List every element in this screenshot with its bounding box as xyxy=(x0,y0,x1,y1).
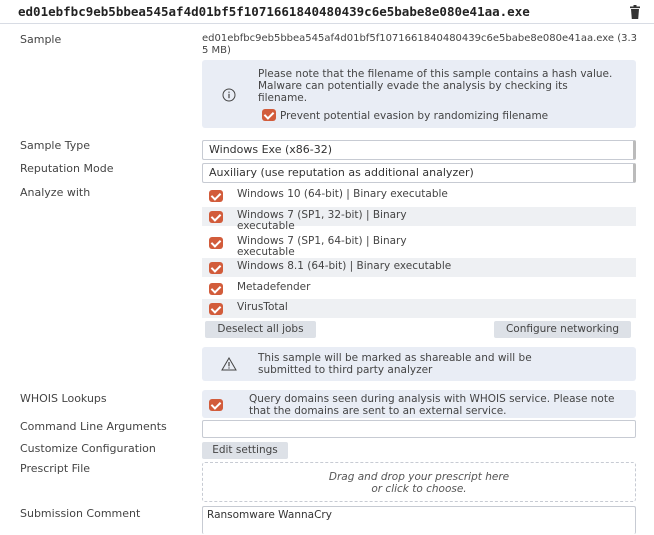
prescript-file-label: Prescript File xyxy=(20,462,91,475)
job-row[interactable]: Windows 8.1 (64-bit) | Binary executable xyxy=(202,258,636,277)
info-icon xyxy=(222,88,236,102)
sample-filename-title: ed01ebfbc9eb5bbea545af4d01bf5f1071661840… xyxy=(18,4,530,19)
job-label: Windows 7 (SP1, 32-bit) | Binary executa… xyxy=(237,209,407,232)
whois-label: WHOIS Lookups xyxy=(20,392,107,405)
command-line-label: Command Line Arguments xyxy=(20,420,167,433)
share-warning-note: This sample will be marked as shareable … xyxy=(202,347,636,381)
deselect-all-jobs-button[interactable]: Deselect all jobs xyxy=(205,321,316,338)
job-checkbox[interactable] xyxy=(209,262,223,274)
prescript-dropzone[interactable]: Drag and drop your prescript here or cli… xyxy=(202,462,636,502)
job-row[interactable]: Metadefender xyxy=(202,279,636,298)
dropzone-line-1: Drag and drop your prescript here xyxy=(328,471,510,483)
whois-checkbox[interactable] xyxy=(209,399,223,411)
job-label: Windows 10 (64-bit) | Binary executable xyxy=(237,188,448,200)
analyze-with-label: Analyze with xyxy=(20,186,91,199)
job-label: Metadefender xyxy=(237,281,311,293)
command-line-input[interactable] xyxy=(202,420,636,438)
sample-type-label: Sample Type xyxy=(20,139,91,152)
trash-icon[interactable] xyxy=(629,5,641,19)
job-checkbox[interactable] xyxy=(209,237,223,249)
edit-settings-button[interactable]: Edit settings xyxy=(202,442,288,459)
customize-configuration-label: Customize Configuration xyxy=(20,442,156,455)
sample-value: ed01ebfbc9eb5bbea545af4d01bf5f1071661840… xyxy=(202,33,637,56)
sample-label: Sample xyxy=(20,33,62,46)
job-label: Windows 7 (SP1, 64-bit) | Binary executa… xyxy=(237,235,407,258)
warning-icon xyxy=(221,357,237,371)
job-row[interactable]: Windows 10 (64-bit) | Binary executable xyxy=(202,186,636,205)
randomize-filename-checkbox[interactable] xyxy=(262,109,276,121)
sample-type-select[interactable]: Windows Exe (x86-32) xyxy=(202,140,636,160)
job-checkbox[interactable] xyxy=(209,283,223,295)
whois-option: Query domains seen during analysis with … xyxy=(202,390,636,418)
share-warning-text: This sample will be marked as shareable … xyxy=(258,352,532,376)
job-row[interactable]: VirusTotal xyxy=(202,299,636,318)
submission-comment-label: Submission Comment xyxy=(20,507,141,520)
hash-warning-text: Please note that the filename of this sa… xyxy=(258,68,613,104)
job-label: VirusTotal xyxy=(237,301,288,313)
configure-networking-button[interactable]: Configure networking xyxy=(494,321,631,338)
job-checkbox[interactable] xyxy=(209,303,223,315)
randomize-filename-label: Prevent potential evasion by randomizing… xyxy=(280,110,549,122)
job-row[interactable]: Windows 7 (SP1, 64-bit) | Binary executa… xyxy=(202,233,636,257)
job-checkbox[interactable] xyxy=(209,190,223,202)
job-row[interactable]: Windows 7 (SP1, 32-bit) | Binary executa… xyxy=(202,207,636,231)
hash-warning-note: Please note that the filename of this sa… xyxy=(202,60,636,128)
dropzone-line-2: or click to choose. xyxy=(371,483,467,495)
job-label: Windows 8.1 (64-bit) | Binary executable xyxy=(237,260,452,272)
reputation-mode-select[interactable]: Auxiliary (use reputation as additional … xyxy=(202,163,636,183)
job-checkbox[interactable] xyxy=(209,211,223,223)
reputation-mode-label: Reputation Mode xyxy=(20,162,114,175)
dialog-header: ed01ebfbc9eb5bbea545af4d01bf5f1071661840… xyxy=(0,0,654,24)
submission-comment-input[interactable]: Ransomware WannaCry xyxy=(202,506,636,534)
whois-description: Query domains seen during analysis with … xyxy=(249,393,615,417)
